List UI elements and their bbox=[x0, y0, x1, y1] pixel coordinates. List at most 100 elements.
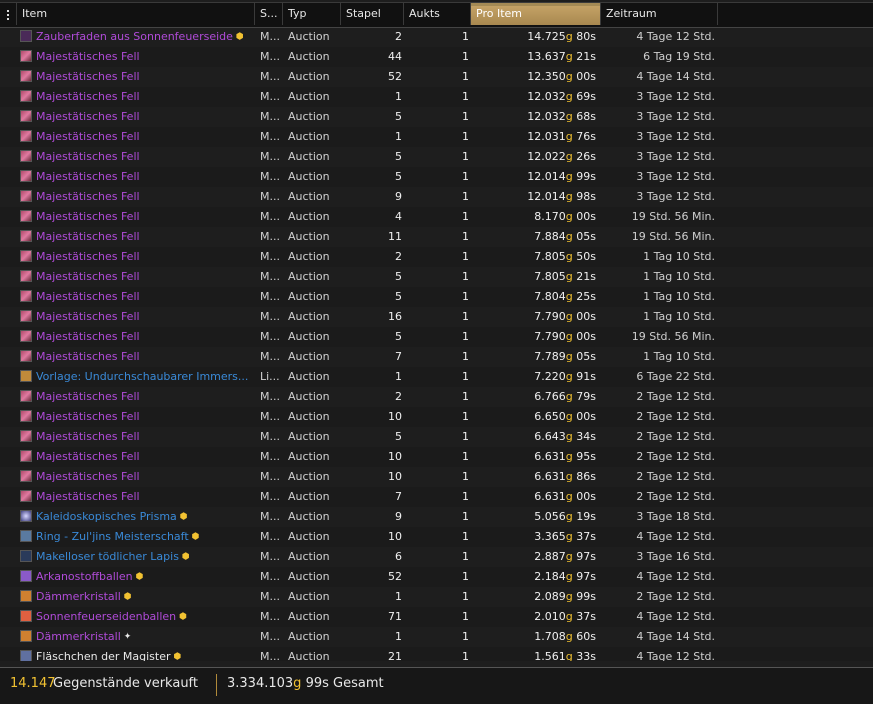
recipe-icon bbox=[20, 370, 32, 382]
price-gold: 6.766 bbox=[534, 390, 566, 403]
item-cell[interactable]: Majestätisches Fell bbox=[20, 447, 252, 467]
source-cell: M... bbox=[260, 610, 280, 623]
item-cell[interactable]: Majestätisches Fell bbox=[20, 467, 252, 487]
table-row[interactable]: Majestätisches Fell M... Auction 52 1 12.350g… bbox=[0, 67, 873, 87]
source-cell: M... bbox=[260, 170, 280, 183]
item-cell[interactable]: Majestätisches Fell bbox=[20, 487, 252, 507]
price-gold: 1.708 bbox=[534, 630, 566, 643]
table-row[interactable]: Majestätisches Fell M... Auction 5 1 12.022g … bbox=[0, 147, 873, 167]
table-row[interactable]: Makelloser tödlicher Lapis ⬢ M... Auction 6 1… bbox=[0, 547, 873, 567]
table-row[interactable]: Majestätisches Fell M... Auction 2 1 7.805g 5… bbox=[0, 247, 873, 267]
item-cell[interactable]: Majestätisches Fell bbox=[20, 207, 252, 227]
item-cell[interactable]: Dämmerkristall ⬢ bbox=[20, 587, 252, 607]
item-cell[interactable]: Majestätisches Fell bbox=[20, 67, 252, 87]
price-silver: 37s bbox=[576, 530, 596, 543]
table-row[interactable]: Majestätisches Fell M... Auction 5 1 12.032g … bbox=[0, 107, 873, 127]
price-gold: 8.170 bbox=[534, 210, 566, 223]
fur-icon bbox=[20, 450, 32, 462]
price-silver: 00s bbox=[576, 70, 596, 83]
item-cell[interactable]: Majestätisches Fell bbox=[20, 87, 252, 107]
item-cell[interactable]: Majestätisches Fell bbox=[20, 167, 252, 187]
column-header-zeitraum[interactable]: Zeitraum bbox=[601, 3, 718, 25]
item-cell[interactable]: Majestätisches Fell bbox=[20, 267, 252, 287]
item-cell[interactable]: Fläschchen der Magister ⬢ bbox=[20, 647, 252, 661]
column-header-s[interactable]: S... bbox=[255, 3, 283, 25]
stack-cell: 9 bbox=[395, 190, 402, 203]
table-row[interactable]: Majestätisches Fell M... Auction 2 1 6.766g 7… bbox=[0, 387, 873, 407]
column-menu-button[interactable] bbox=[0, 3, 17, 25]
price-cell: 7.789g 05s bbox=[476, 347, 596, 367]
item-cell[interactable]: Dämmerkristall ✦ bbox=[20, 627, 252, 647]
item-cell[interactable]: Majestätisches Fell bbox=[20, 407, 252, 427]
table-row[interactable]: Majestätisches Fell M... Auction 11 1 7.884g … bbox=[0, 227, 873, 247]
column-header-stapel[interactable]: Stapel bbox=[341, 3, 404, 25]
price-gold: 7.804 bbox=[534, 290, 566, 303]
duration-cell: 1 Tag 10 Std. bbox=[643, 290, 715, 303]
item-cell[interactable]: Majestätisches Fell bbox=[20, 107, 252, 127]
fur-icon bbox=[20, 330, 32, 342]
item-cell[interactable]: Kaleidoskopisches Prisma ⬢ bbox=[20, 507, 252, 527]
price-cell: 8.170g 00s bbox=[476, 207, 596, 227]
table-row[interactable]: Majestätisches Fell M... Auction 4 1 8.170g 0… bbox=[0, 207, 873, 227]
crystal-icon bbox=[20, 630, 32, 642]
table-row[interactable]: Ring - Zul'jins Meisterschaft ⬢ M... Auctio… bbox=[0, 527, 873, 547]
item-name: Majestätisches Fell bbox=[36, 350, 140, 363]
type-cell: Auction bbox=[288, 530, 330, 543]
item-cell[interactable]: Majestätisches Fell bbox=[20, 327, 252, 347]
item-cell[interactable]: Majestätisches Fell bbox=[20, 187, 252, 207]
column-header-item[interactable]: Item bbox=[17, 3, 255, 25]
type-cell: Auction bbox=[288, 490, 330, 503]
table-row[interactable]: Majestätisches Fell M... Auction 10 1 6.650g … bbox=[0, 407, 873, 427]
column-header-aukts[interactable]: Aukts bbox=[404, 3, 471, 25]
item-cell[interactable]: Majestätisches Fell bbox=[20, 387, 252, 407]
stack-cell: 6 bbox=[395, 550, 402, 563]
item-cell[interactable]: Majestätisches Fell bbox=[20, 347, 252, 367]
item-cell[interactable]: Zauberfaden aus Sonnenfeuerseide ⬢ bbox=[20, 27, 252, 47]
column-header-typ[interactable]: Typ bbox=[283, 3, 341, 25]
table-row[interactable]: Majestätisches Fell M... Auction 9 1 12.014g … bbox=[0, 187, 873, 207]
table-row[interactable]: Zauberfaden aus Sonnenfeuerseide ⬢ M... Auc… bbox=[0, 27, 873, 47]
table-row[interactable]: Majestätisches Fell M... Auction 1 1 12.032g … bbox=[0, 87, 873, 107]
item-cell[interactable]: Makelloser tödlicher Lapis ⬢ bbox=[20, 547, 252, 567]
table-row[interactable]: Arkanostoffballen ⬢ M... Auction 52 1 2.184g 9… bbox=[0, 567, 873, 587]
table-row[interactable]: Fläschchen der Magister ⬢ M... Auction 21 1 1.… bbox=[0, 647, 873, 661]
item-cell[interactable]: Ring - Zul'jins Meisterschaft ⬢ bbox=[20, 527, 252, 547]
table-row[interactable]: Majestätisches Fell M... Auction 7 1 7.789g 0… bbox=[0, 347, 873, 367]
item-name: Majestätisches Fell bbox=[36, 50, 140, 63]
table-row[interactable]: Majestätisches Fell M... Auction 5 1 7.804g 2… bbox=[0, 287, 873, 307]
duration-cell: 1 Tag 10 Std. bbox=[643, 250, 715, 263]
stack-cell: 21 bbox=[388, 650, 402, 661]
gold-symbol: g bbox=[565, 150, 573, 163]
auctions-cell: 1 bbox=[462, 370, 469, 383]
table-row[interactable]: Dämmerkristall ✦ M... Auction 1 1 1.708g 60s 4 … bbox=[0, 627, 873, 647]
column-header-pro-item[interactable]: Pro Item bbox=[471, 3, 601, 25]
item-cell[interactable]: Vorlage: Undurchschaubarer Immers... bbox=[20, 367, 252, 387]
item-cell[interactable]: Sonnenfeuerseidenballen ⬢ bbox=[20, 607, 252, 627]
item-cell[interactable]: Majestätisches Fell bbox=[20, 307, 252, 327]
table-row[interactable]: Sonnenfeuerseidenballen ⬢ M... Auction 71 1 2.… bbox=[0, 607, 873, 627]
item-cell[interactable]: Majestätisches Fell bbox=[20, 127, 252, 147]
item-cell[interactable]: Majestätisches Fell bbox=[20, 287, 252, 307]
item-cell[interactable]: Majestätisches Fell bbox=[20, 227, 252, 247]
table-row[interactable]: Majestätisches Fell M... Auction 16 1 7.790g … bbox=[0, 307, 873, 327]
table-row[interactable]: Dämmerkristall ⬢ M... Auction 1 1 2.089g 99s 2 … bbox=[0, 587, 873, 607]
table-row[interactable]: Majestätisches Fell M... Auction 5 1 12.014g … bbox=[0, 167, 873, 187]
table-row[interactable]: Kaleidoskopisches Prisma ⬢ M... Auction 9 1 5.… bbox=[0, 507, 873, 527]
item-cell[interactable]: Arkanostoffballen ⬢ bbox=[20, 567, 252, 587]
item-cell[interactable]: Majestätisches Fell bbox=[20, 147, 252, 167]
table-row[interactable]: Majestätisches Fell M... Auction 5 1 7.805g 2… bbox=[0, 267, 873, 287]
item-cell[interactable]: Majestätisches Fell bbox=[20, 427, 252, 447]
table-row[interactable]: Majestätisches Fell M... Auction 5 1 6.643g 3… bbox=[0, 427, 873, 447]
item-cell[interactable]: Majestätisches Fell bbox=[20, 47, 252, 67]
table-row[interactable]: Majestätisches Fell M... Auction 10 1 6.631g … bbox=[0, 467, 873, 487]
table-row[interactable]: Majestätisches Fell M... Auction 10 1 6.631g … bbox=[0, 447, 873, 467]
item-cell[interactable]: Majestätisches Fell bbox=[20, 247, 252, 267]
item-name: Majestätisches Fell bbox=[36, 450, 140, 463]
duration-cell: 4 Tage 12 Std. bbox=[636, 530, 715, 543]
table-row[interactable]: Majestätisches Fell M... Auction 7 1 6.631g 0… bbox=[0, 487, 873, 507]
table-row[interactable]: Majestätisches Fell M... Auction 44 1 13.637g… bbox=[0, 47, 873, 67]
table-row[interactable]: Vorlage: Undurchschaubarer Immers... Li..… bbox=[0, 367, 873, 387]
table-row[interactable]: Majestätisches Fell M... Auction 5 1 7.790g 0… bbox=[0, 327, 873, 347]
source-cell: Li... bbox=[260, 370, 280, 383]
table-row[interactable]: Majestätisches Fell M... Auction 1 1 12.031g … bbox=[0, 127, 873, 147]
